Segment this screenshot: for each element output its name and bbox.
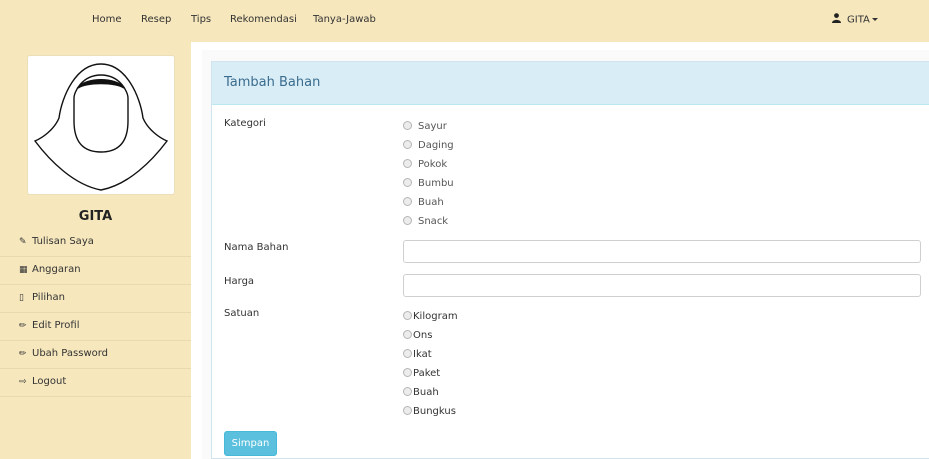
radio-label: Ikat: [413, 349, 432, 360]
radio-button[interactable]: [403, 196, 412, 206]
sidebar-menu: ✎ Tulisan Saya ▦ Anggaran ▯ Pilihan ✏ Edit P…: [0, 229, 191, 397]
radio-kategori-sayur[interactable]: Sayur: [403, 120, 447, 134]
bookmark-icon: ▯: [19, 293, 24, 303]
nama-bahan-label: Nama Bahan: [224, 242, 289, 253]
radio-satuan-ikat[interactable]: Ikat: [403, 348, 432, 362]
user-icon: [832, 13, 841, 26]
radio-label: Pokok: [418, 159, 448, 170]
sidebar-item-tulisan-saya[interactable]: ✎ Tulisan Saya: [0, 229, 191, 257]
radio-button[interactable]: [403, 405, 412, 415]
radio-label: Bumbu: [418, 178, 454, 189]
radio-kategori-bumbu[interactable]: Bumbu: [403, 177, 454, 191]
radio-button[interactable]: [403, 139, 412, 149]
radio-satuan-buah[interactable]: Buah: [403, 386, 439, 400]
nav-link-home[interactable]: Home: [92, 14, 122, 25]
radio-satuan-kilogram[interactable]: Kilogram: [403, 310, 458, 324]
sidebar-item-ubah-password[interactable]: ✏ Ubah Password: [0, 341, 191, 369]
edit-icon: ✎: [19, 237, 27, 247]
top-navbar: Home Resep Tips Rekomendasi Tanya-Jawab …: [0, 0, 929, 42]
radio-label: Bungkus: [413, 406, 456, 417]
pencil-icon: ✏: [19, 349, 27, 359]
sidebar-item-logout[interactable]: ⇨ Logout: [0, 369, 191, 397]
chevron-down-icon: [871, 18, 878, 21]
radio-satuan-paket[interactable]: Paket: [403, 367, 440, 381]
nav-link-resep[interactable]: Resep: [141, 14, 171, 25]
hijab-avatar-icon: [33, 63, 169, 191]
sidebar-item-label: Anggaran: [32, 264, 81, 275]
radio-kategori-buah[interactable]: Buah: [403, 196, 444, 210]
radio-button[interactable]: [403, 215, 412, 225]
sidebar-item-label: Pilihan: [32, 292, 65, 303]
panel-title: Tambah Bahan: [224, 75, 321, 90]
sidebar-item-label: Ubah Password: [32, 348, 109, 359]
radio-button[interactable]: [403, 329, 412, 339]
radio-satuan-bungkus[interactable]: Bungkus: [403, 405, 456, 419]
tambah-bahan-panel: Tambah Bahan Kategori Sayur Daging Pokok…: [211, 61, 929, 459]
radio-label: Daging: [418, 140, 454, 151]
radio-label: Buah: [413, 387, 439, 398]
radio-kategori-snack[interactable]: Snack: [403, 215, 448, 229]
radio-button[interactable]: [403, 120, 412, 130]
pencil-icon: ✏: [19, 321, 27, 331]
sidebar-item-pilihan[interactable]: ▯ Pilihan: [0, 285, 191, 313]
radio-kategori-daging[interactable]: Daging: [403, 139, 454, 153]
radio-button[interactable]: [403, 386, 412, 396]
satuan-label: Satuan: [224, 308, 260, 319]
radio-kategori-pokok[interactable]: Pokok: [403, 158, 447, 172]
nav-link-tanya-jawab[interactable]: Tanya-Jawab: [313, 14, 376, 25]
sidebar-item-label: Edit Profil: [32, 320, 80, 331]
radio-label: Ons: [413, 330, 433, 341]
radio-label: Buah: [418, 197, 444, 208]
radio-label: Kilogram: [413, 311, 458, 322]
harga-label: Harga: [224, 276, 255, 287]
sidebar-item-label: Tulisan Saya: [32, 236, 94, 247]
nama-bahan-input[interactable]: [403, 240, 921, 263]
nav-link-tips[interactable]: Tips: [191, 14, 211, 25]
radio-button[interactable]: [403, 367, 412, 377]
radio-button[interactable]: [403, 310, 412, 320]
radio-label: Snack: [418, 216, 449, 227]
kategori-label: Kategori: [224, 118, 266, 129]
user-name: GITA: [847, 14, 870, 26]
calculator-icon: ▦: [19, 265, 28, 275]
sidebar-item-anggaran[interactable]: ▦ Anggaran: [0, 257, 191, 285]
radio-button[interactable]: [403, 348, 412, 358]
nav-link-rekomendasi[interactable]: Rekomendasi: [230, 14, 297, 25]
sidebar: GITA ✎ Tulisan Saya ▦ Anggaran ▯ Pilihan ✏ E…: [0, 42, 191, 459]
simpan-button[interactable]: Simpan: [224, 431, 277, 456]
profile-name: GITA: [78, 209, 113, 224]
radio-label: Paket: [413, 368, 441, 379]
logout-icon: ⇨: [19, 377, 27, 387]
radio-label: Sayur: [418, 121, 447, 132]
panel-heading: Tambah Bahan: [212, 62, 929, 105]
user-menu-dropdown[interactable]: GITA: [832, 13, 878, 26]
sidebar-item-edit-profil[interactable]: ✏ Edit Profil: [0, 313, 191, 341]
radio-button[interactable]: [403, 177, 412, 187]
harga-input[interactable]: [403, 274, 921, 297]
sidebar-item-label: Logout: [32, 376, 67, 387]
radio-button[interactable]: [403, 158, 412, 168]
radio-satuan-ons[interactable]: Ons: [403, 329, 432, 343]
avatar: [27, 55, 175, 195]
